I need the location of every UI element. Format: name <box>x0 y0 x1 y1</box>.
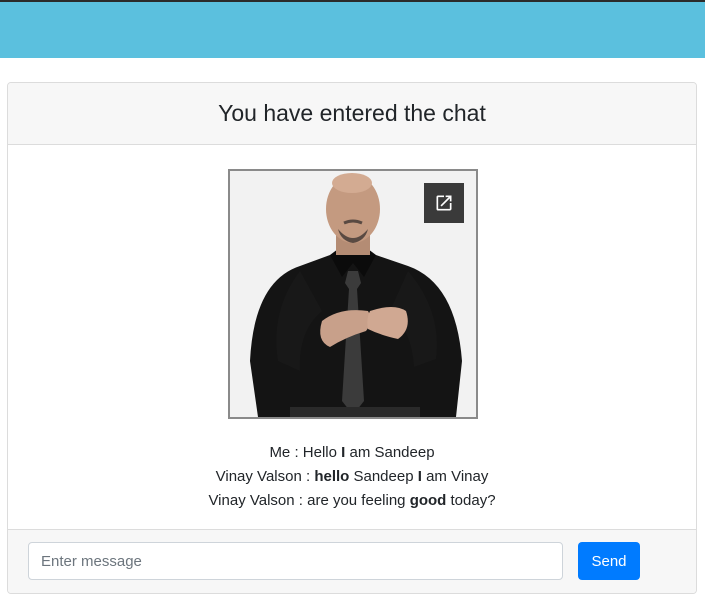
send-button[interactable]: Send <box>578 542 640 580</box>
chat-message: Vinay Valson : are you feeling good toda… <box>8 489 696 513</box>
popout-button[interactable] <box>424 183 464 223</box>
chat-footer: Send <box>8 529 696 593</box>
open-in-new-icon <box>436 195 452 211</box>
chat-card: You have entered the chat Me: Hello I a… <box>7 82 697 594</box>
recognized-sign-word: hello <box>314 468 350 485</box>
top-navbar <box>0 0 705 58</box>
message-text: Sandeep <box>349 468 418 485</box>
chat-header: You have entered the chat <box>8 83 696 145</box>
page-title: You have entered the chat <box>218 100 486 126</box>
message-input[interactable] <box>28 542 563 580</box>
message-text: am Sandeep <box>345 444 435 461</box>
message-text: am Vinay <box>421 468 489 485</box>
chat-message: Me : Hello I am Sandeep <box>8 441 696 465</box>
recognized-sign-word: good <box>409 492 447 509</box>
chat-message: Vinay Valson : hello Sandeep I am Vinay <box>8 465 696 489</box>
message-text: Vinay Valson : <box>215 468 315 485</box>
sign-language-video[interactable] <box>228 169 478 419</box>
message-text: Me : Hello <box>269 444 342 461</box>
message-text: today? <box>446 492 496 509</box>
message-list: Me : Hello I am Sandeep Vinay Valson : he… <box>8 441 696 513</box>
chat-body: Me : Hello I am Sandeep Vinay Valson : he… <box>8 145 696 531</box>
message-text: Vinay Valson : are you feeling <box>208 492 410 509</box>
